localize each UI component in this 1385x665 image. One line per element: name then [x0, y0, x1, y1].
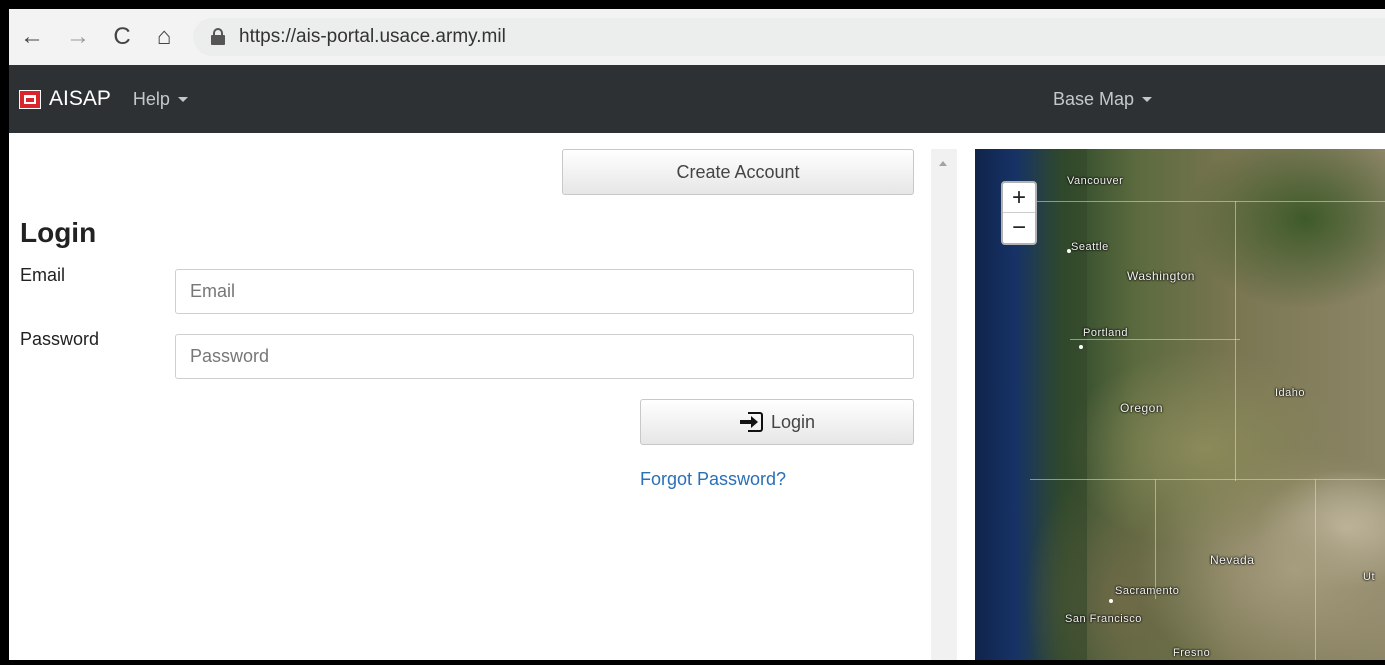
state-border	[1030, 479, 1385, 480]
map-label-fresno: Fresno	[1173, 647, 1211, 659]
scroll-up-arrow-icon[interactable]	[939, 161, 947, 166]
sign-in-icon	[739, 411, 765, 433]
map-label-vancouver: Vancouver	[1067, 175, 1124, 187]
zoom-in-button[interactable]: +	[1003, 183, 1035, 213]
caret-down-icon	[1142, 96, 1153, 102]
login-heading: Login	[20, 217, 97, 248]
map-label-nevada: Nevada	[1210, 553, 1255, 567]
state-border	[1070, 339, 1240, 340]
map-label-seattle: Seattle	[1071, 241, 1109, 253]
password-label: Password	[20, 329, 100, 349]
url-text: https://ais-portal.usace.army.mil	[239, 26, 506, 47]
brand-name: AISAP	[49, 87, 111, 110]
city-dot	[1079, 345, 1083, 349]
home-icon[interactable]: ⌂	[147, 20, 181, 54]
city-dot	[1109, 599, 1113, 603]
caret-down-icon	[177, 96, 188, 102]
map-label-sacramento: Sacramento	[1115, 585, 1180, 597]
state-border	[1155, 479, 1156, 599]
map-label-washington: Washington	[1127, 269, 1195, 283]
map-label-portland: Portland	[1083, 327, 1128, 339]
address-bar[interactable]: https://ais-portal.usace.army.mil	[193, 18, 1385, 56]
zoom-control: + −	[1001, 181, 1037, 245]
email-field[interactable]	[175, 269, 914, 314]
lock-icon	[211, 28, 225, 46]
browser-toolbar: ← → C ⌂ https://ais-portal.usace.army.mi…	[9, 9, 1385, 65]
map-label-oregon: Oregon	[1120, 401, 1164, 415]
browser-window: ← → C ⌂ https://ais-portal.usace.army.mi…	[9, 9, 1385, 660]
brand-link[interactable]: AISAP	[19, 87, 111, 111]
login-button[interactable]: Login	[640, 399, 914, 445]
scrollbar[interactable]	[931, 149, 957, 660]
create-account-button[interactable]: Create Account	[562, 149, 914, 195]
zoom-out-button[interactable]: −	[1003, 213, 1035, 243]
help-label: Help	[132, 88, 170, 109]
login-button-label: Login	[770, 411, 816, 432]
forgot-password-link[interactable]: Forgot Password?	[640, 469, 786, 490]
state-border	[1315, 479, 1316, 660]
map-label-san-francisco: San Francisco	[1065, 613, 1142, 625]
email-label: Email	[20, 265, 66, 285]
usace-castle-logo-icon	[19, 89, 41, 109]
help-dropdown[interactable]: Help	[133, 89, 188, 110]
password-field[interactable]	[175, 334, 914, 379]
forward-arrow-icon[interactable]: →	[61, 20, 95, 54]
base-map-dropdown[interactable]: Base Map	[1053, 88, 1153, 110]
state-border	[1235, 201, 1236, 481]
state-border	[1035, 201, 1385, 202]
map-view[interactable]: + − Vancouver Seattle Washington Portlan…	[975, 149, 1385, 660]
back-arrow-icon[interactable]: ←	[15, 20, 49, 54]
base-map-label: Base Map	[1053, 88, 1135, 109]
reload-icon[interactable]: C	[105, 20, 139, 54]
app-navbar: AISAP Help Base Map	[9, 65, 1385, 133]
login-panel: Create Account Login Email Password Logi…	[9, 133, 931, 660]
map-label-utah: Ut	[1363, 571, 1375, 583]
map-label-idaho: Idaho	[1275, 387, 1306, 399]
